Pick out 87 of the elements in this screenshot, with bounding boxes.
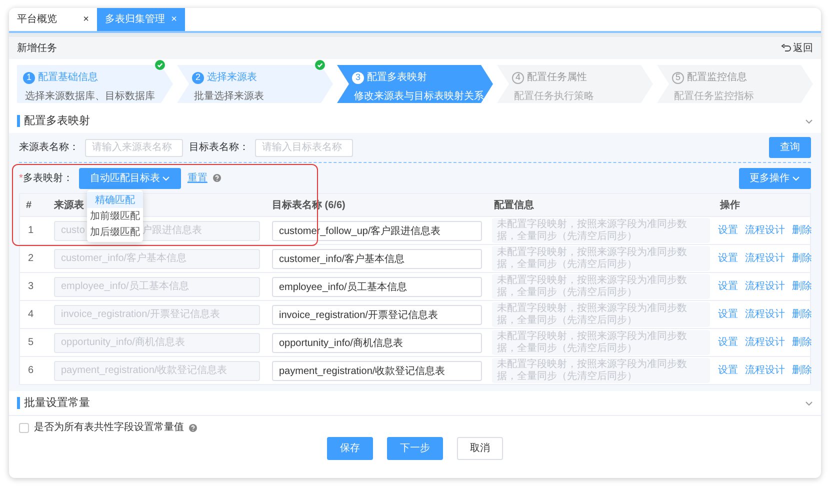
action-link[interactable]: 设置 <box>718 223 738 238</box>
row-number: 2 <box>27 252 35 266</box>
action-link[interactable]: 删除 <box>792 279 812 294</box>
column-header: 来源表 <box>54 198 84 212</box>
input-field[interactable]: 请输入来源表名称 <box>85 138 183 156</box>
action-link[interactable]: 删除 <box>792 335 812 350</box>
step-description: 批量选择来源表 <box>194 90 265 104</box>
chevron-down-icon <box>805 400 813 406</box>
step-title: 配置任务属性 <box>527 72 587 83</box>
step-number: 5 <box>672 72 684 84</box>
chevron-down-icon <box>162 176 170 180</box>
step-number: 2 <box>192 72 204 84</box>
action-link[interactable]: 删除 <box>792 251 812 266</box>
step-title: 选择来源表 <box>207 72 257 83</box>
help-icon <box>189 424 197 432</box>
action-link[interactable]: 流程设计 <box>745 335 785 350</box>
target-field[interactable]: invoice_registration/开票登记信息表 <box>272 304 482 324</box>
step-number: 4 <box>512 72 524 84</box>
row-number: 5 <box>27 336 35 350</box>
action-link[interactable]: 设置 <box>718 335 738 350</box>
action-link[interactable]: 流程设计 <box>745 363 785 378</box>
checkbox[interactable] <box>19 422 29 432</box>
step-panel[interactable]: 3 配置多表映射 修改来源表与目标表映射关系 <box>337 65 493 103</box>
row-number: 4 <box>27 308 35 322</box>
auto-match-button[interactable]: 自动匹配目标表 <box>78 168 182 188</box>
target-field[interactable]: opportunity_info/商机信息表 <box>272 332 482 352</box>
step-description: 配置任务执行策略 <box>514 90 595 104</box>
target-field[interactable]: payment_registration/收款登记信息表 <box>272 360 482 380</box>
input-field[interactable]: 请输入目标表名称 <box>255 138 353 156</box>
action-link[interactable]: 删除 <box>792 307 812 322</box>
query-button[interactable]: 查询 <box>769 137 811 158</box>
back-button[interactable]: 返回 <box>781 40 813 56</box>
column-header: 配置信息 <box>494 198 534 212</box>
title-accent-bar <box>17 115 20 127</box>
section-title: 配置多表映射 <box>24 114 90 127</box>
filter-label: 目标表名称： <box>189 140 249 155</box>
tab[interactable]: 多表归集管理 × <box>97 8 185 31</box>
chevron-down-icon <box>805 118 813 124</box>
chevron-down-icon <box>792 176 800 180</box>
action-link[interactable]: 流程设计 <box>745 223 785 238</box>
checkbox-label: 是否为所有表共性字段设置常量值 <box>34 420 184 435</box>
column-header: # <box>26 198 32 212</box>
more-actions-button[interactable]: 更多操作 <box>738 168 811 188</box>
action-link[interactable]: 设置 <box>718 251 738 266</box>
close-icon[interactable]: × <box>171 12 177 27</box>
action-button[interactable]: 下一步 <box>387 437 443 460</box>
action-link[interactable]: 流程设计 <box>745 307 785 322</box>
column-header: 操作 <box>720 198 740 212</box>
section-title: 批量设置常量 <box>24 396 90 409</box>
menu-item[interactable]: 精确匹配 <box>87 192 143 208</box>
step-panel[interactable]: 2 选择来源表 批量选择来源表 <box>177 65 333 103</box>
step-description: 修改来源表与目标表映射关系 <box>354 90 485 104</box>
title-accent-bar <box>17 397 20 409</box>
action-link[interactable]: 设置 <box>718 307 738 322</box>
row-number: 3 <box>27 280 35 294</box>
tab[interactable]: 平台概览 × <box>9 8 97 31</box>
step-panel[interactable]: 4 配置任务属性 配置任务执行策略 <box>497 65 653 103</box>
action-button[interactable]: 保存 <box>327 437 373 460</box>
step-number: 3 <box>352 72 364 84</box>
return-icon <box>781 44 791 52</box>
step-title: 配置多表映射 <box>367 72 427 83</box>
step-title: 配置监控信息 <box>687 72 747 83</box>
action-link[interactable]: 删除 <box>792 363 812 378</box>
step-panel[interactable]: 5 配置监控信息 配置任务监控指标 <box>657 65 813 103</box>
reset-link[interactable]: 重置 <box>187 170 208 186</box>
close-icon[interactable]: × <box>83 12 89 27</box>
step-description: 选择来源数据库、目标数据库 <box>25 90 156 104</box>
action-link[interactable]: 流程设计 <box>745 251 785 266</box>
action-link[interactable]: 删除 <box>792 223 812 238</box>
target-field[interactable]: employee_info/员工基本信息 <box>272 276 482 296</box>
action-link[interactable]: 流程设计 <box>745 279 785 294</box>
step-number: 1 <box>23 72 35 84</box>
menu-item[interactable]: 加前缀匹配 <box>87 208 143 224</box>
action-link[interactable]: 设置 <box>718 363 738 378</box>
row-number: 6 <box>27 364 35 378</box>
help-icon <box>213 174 222 182</box>
menu-item[interactable]: 加后缀匹配 <box>87 224 143 240</box>
step-panel[interactable]: 1 配置基础信息 选择来源数据库、目标数据库 <box>17 65 173 103</box>
page-title: 新增任务 <box>17 42 57 56</box>
action-link[interactable]: 设置 <box>718 279 738 294</box>
step-title: 配置基础信息 <box>38 72 98 83</box>
field-label: *多表映射： <box>19 172 73 186</box>
row-number: 1 <box>27 224 35 238</box>
action-button[interactable]: 取消 <box>457 437 503 460</box>
target-field[interactable]: customer_info/客户基本信息 <box>272 248 482 268</box>
filter-label: 来源表名称： <box>19 140 79 155</box>
step-description: 配置任务监控指标 <box>674 90 755 104</box>
